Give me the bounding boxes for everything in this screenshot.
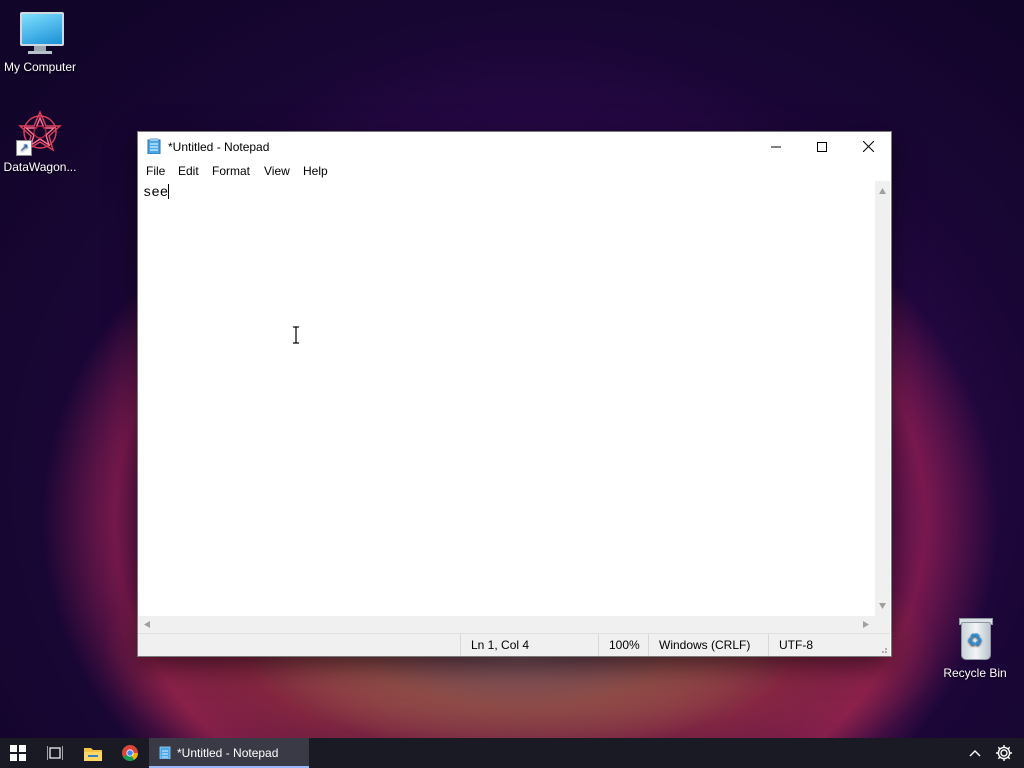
file-explorer-button[interactable] [76, 738, 110, 768]
gear-icon [996, 745, 1012, 761]
scroll-left-icon [144, 621, 150, 628]
desktop-icon-label: DataWagon... [3, 160, 77, 174]
desktop-icon-my-computer[interactable]: My Computer [0, 8, 80, 74]
menu-view[interactable]: View [264, 164, 290, 178]
task-view-icon [47, 746, 63, 760]
text-cursor-icon [293, 326, 299, 344]
desktop-icon-label: Recycle Bin [943, 666, 1007, 680]
maximize-icon [817, 141, 827, 152]
taskbar-app-notepad[interactable]: *Untitled - Notepad [149, 738, 309, 768]
datawagon-icon: ↗ [16, 108, 64, 156]
settings-button[interactable] [990, 738, 1018, 768]
chevron-up-icon [969, 750, 981, 757]
desktop-icon-datawagon[interactable]: ↗ DataWagon... [0, 108, 80, 174]
status-position: Ln 1, Col 4 [460, 634, 599, 656]
close-button[interactable] [845, 132, 891, 161]
horizontal-scrollbar[interactable] [138, 616, 875, 633]
desktop-icon-recycle-bin[interactable]: ♻ Recycle Bin [935, 614, 1015, 680]
status-line-ending: Windows (CRLF) [648, 634, 769, 656]
status-zoom: 100% [598, 634, 649, 656]
taskbar: *Untitled - Notepad [0, 738, 1024, 768]
menu-help[interactable]: Help [303, 164, 328, 178]
recycle-bin-icon: ♻ [951, 614, 999, 662]
scroll-down-icon [879, 603, 886, 609]
desktop-icon-label: My Computer [3, 60, 77, 74]
start-button[interactable] [0, 738, 36, 768]
text-caret [168, 184, 170, 199]
taskbar-app-label: *Untitled - Notepad [177, 746, 279, 760]
window-title: *Untitled - Notepad [168, 140, 270, 154]
resize-grip-icon[interactable] [878, 644, 888, 654]
notepad-icon [147, 138, 161, 154]
menu-format[interactable]: Format [212, 164, 250, 178]
tray-overflow-button[interactable] [962, 738, 988, 768]
scroll-right-icon [863, 621, 869, 628]
windows-start-icon [10, 745, 26, 761]
vertical-scrollbar[interactable] [875, 181, 890, 616]
menu-file[interactable]: File [146, 164, 165, 178]
notepad-icon [159, 746, 171, 759]
maximize-button[interactable] [799, 132, 845, 161]
chrome-button[interactable] [114, 738, 146, 768]
task-view-button[interactable] [38, 738, 72, 768]
monitor-icon [16, 8, 64, 56]
title-bar[interactable]: *Untitled - Notepad [138, 132, 891, 161]
scroll-up-icon [879, 188, 886, 194]
minimize-button[interactable] [753, 132, 799, 161]
text-editor[interactable]: see [138, 181, 875, 616]
shortcut-arrow-icon: ↗ [16, 140, 32, 156]
minimize-icon [771, 146, 781, 147]
editor-content: see [143, 185, 169, 201]
scroll-corner [875, 616, 890, 633]
close-icon [862, 141, 874, 152]
status-bar: Ln 1, Col 4 100% Windows (CRLF) UTF-8 [138, 633, 890, 656]
notepad-window: *Untitled - Notepad File Edit Format Vie… [137, 131, 892, 657]
chrome-icon [122, 745, 138, 761]
menu-bar: File Edit Format View Help [138, 161, 891, 181]
file-explorer-icon [84, 747, 102, 761]
menu-edit[interactable]: Edit [178, 164, 199, 178]
status-encoding: UTF-8 [768, 634, 879, 656]
